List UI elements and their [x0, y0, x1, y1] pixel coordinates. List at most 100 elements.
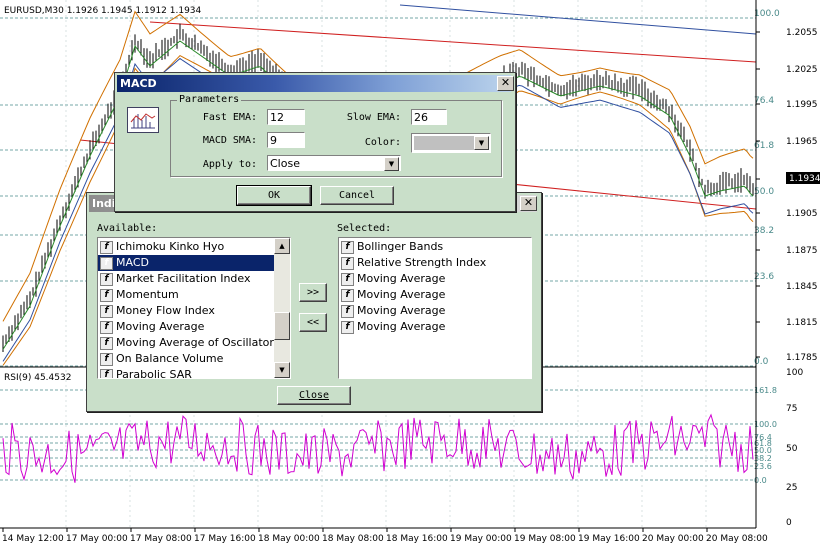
list-item[interactable]: f Moving Average	[339, 271, 529, 287]
list-item[interactable]: f MACD	[98, 255, 274, 271]
list-item[interactable]: f Moving Average	[339, 287, 529, 303]
list-item[interactable]: f Bollinger Bands	[339, 239, 529, 255]
slow-ema-input[interactable]: 26	[411, 109, 447, 125]
rsi-fib-label: 161.8	[754, 386, 777, 395]
list-item-label: Moving Average	[357, 272, 446, 285]
remove-indicator-button[interactable]: <<	[299, 313, 327, 332]
fib-level-label: 50.0	[754, 187, 774, 197]
fib-level-label: 76.4	[754, 96, 774, 106]
macd-dialog-title: MACD	[120, 77, 157, 90]
rsi-tick-label: 25	[786, 483, 797, 493]
list-item-label: Parabolic SAR	[116, 368, 192, 379]
scroll-thumb[interactable]	[274, 312, 290, 340]
list-item-label: Relative Strength Index	[357, 256, 487, 269]
rsi-label: RSI(9) 45.4532	[4, 373, 71, 383]
function-icon: f	[100, 337, 113, 350]
time-tick-label: 17 May 08:00	[130, 534, 192, 544]
indicators-close-icon[interactable]: ✕	[520, 196, 537, 211]
list-item[interactable]: f On Balance Volume	[98, 351, 274, 367]
function-icon: f	[100, 273, 113, 286]
list-item-label: Bollinger Bands	[357, 240, 444, 253]
list-item[interactable]: f Moving Average of Oscillator	[98, 335, 274, 351]
list-item-label: Momentum	[116, 288, 179, 301]
add-indicator-button[interactable]: >>	[299, 283, 327, 302]
time-tick-label: 20 May 00:00	[642, 534, 704, 544]
list-item[interactable]: f Relative Strength Index	[339, 255, 529, 271]
list-item[interactable]: f Ichimoku Kinko Hyo	[98, 239, 274, 255]
parameters-label: Parameters	[177, 94, 242, 105]
scroll-down-icon[interactable]: ▼	[274, 362, 290, 378]
list-item[interactable]: f Money Flow Index	[98, 303, 274, 319]
function-icon: f	[100, 289, 113, 302]
time-tick-label: 14 May 12:00	[2, 534, 64, 544]
apply-to-select[interactable]: Close ▼	[267, 155, 401, 171]
rsi-tick-label: 50	[786, 444, 798, 454]
available-label: Available:	[97, 223, 158, 234]
indicators-dialog: Indicators ✕ Available: Selected: fIchim…	[86, 192, 542, 412]
time-tick-label: 19 May 08:00	[514, 534, 576, 544]
macd-sma-label: MACD SMA:	[202, 135, 257, 146]
list-item[interactable]: f Parabolic SAR	[98, 367, 274, 379]
function-icon: f	[100, 305, 113, 318]
function-icon: f	[341, 273, 354, 286]
list-item-label: Market Facilitation Index	[116, 272, 251, 285]
price-tick-label: 1.1965	[786, 137, 818, 147]
price-tick-label: 1.2055	[786, 28, 818, 38]
list-item[interactable]: f Moving Average	[98, 319, 274, 335]
rsi-tick-label: 75	[786, 404, 797, 414]
function-icon: f	[341, 321, 354, 334]
macd-indicator-icon	[127, 107, 159, 133]
available-list[interactable]: f Ichimoku Kinko Hyo f MACD f Market Facilita…	[97, 237, 291, 379]
list-item-label: Moving Average	[357, 304, 446, 317]
macd-sma-input[interactable]: 9	[267, 132, 305, 148]
list-item-label: Ichimoku Kinko Hyo	[116, 240, 225, 253]
function-icon: f	[341, 257, 354, 270]
list-item[interactable]: f Moving Average	[339, 303, 529, 319]
time-tick-label: 17 May 00:00	[66, 534, 128, 544]
list-item[interactable]: f Momentum	[98, 287, 274, 303]
time-tick-label: 18 May 00:00	[258, 534, 320, 544]
fib-level-label: 100.0	[754, 9, 780, 19]
list-item-label: Moving Average	[116, 320, 205, 333]
chevron-down-icon[interactable]: ▼	[384, 157, 399, 171]
fib-level-label: 38.2	[754, 226, 774, 236]
slow-ema-label: Slow EMA:	[346, 112, 401, 123]
selected-list[interactable]: f Bollinger Bands f Relative Strength Index…	[338, 237, 532, 379]
price-tick-label: 1.1785	[786, 353, 818, 363]
indicators-close-button[interactable]: Close	[277, 386, 351, 405]
rsi-tick-label: 100	[786, 368, 803, 378]
macd-dialog-titlebar[interactable]: MACD	[117, 75, 511, 92]
color-select[interactable]: ▼	[411, 133, 491, 153]
rsi-fib-label: 100.0	[754, 420, 777, 429]
symbol-info: EURUSD,M30 1.1926 1.1945 1.1912 1.1934	[4, 6, 202, 16]
list-item[interactable]: f Market Facilitation Index	[98, 271, 274, 287]
fast-ema-input[interactable]: 12	[267, 109, 305, 125]
scroll-up-icon[interactable]: ▲	[274, 238, 290, 254]
fib-level-label: 61.8	[754, 141, 774, 151]
list-item-label: Moving Average	[357, 320, 446, 333]
chevron-down-icon[interactable]: ▼	[474, 136, 489, 150]
color-label: Color:	[364, 137, 401, 148]
price-tick-label: 1.1905	[786, 209, 818, 219]
function-icon: f	[341, 289, 354, 302]
available-scrollbar[interactable]: ▲ ▼	[274, 238, 290, 378]
price-tick-label: 1.1845	[786, 282, 818, 292]
list-item-label: Moving Average	[357, 288, 446, 301]
list-item[interactable]: f Moving Average	[339, 319, 529, 335]
function-icon: f	[100, 257, 113, 270]
ok-button[interactable]: OK	[236, 185, 312, 206]
current-price-label: 1.1934	[789, 174, 821, 184]
selected-label: Selected:	[337, 223, 392, 234]
macd-close-icon[interactable]: ✕	[497, 76, 514, 91]
cancel-button[interactable]: Cancel	[320, 186, 394, 205]
time-tick-label: 17 May 16:00	[194, 534, 256, 544]
color-swatch	[414, 136, 474, 150]
function-icon: f	[100, 369, 113, 378]
function-icon: f	[100, 321, 113, 334]
price-tick-label: 1.1995	[786, 100, 818, 110]
list-item-label: Money Flow Index	[116, 304, 215, 317]
price-tick-label: 1.2025	[786, 65, 818, 75]
time-tick-label: 18 May 16:00	[386, 534, 448, 544]
price-tick-label: 1.1815	[786, 318, 818, 328]
fib-level-label: 23.6	[754, 272, 774, 282]
